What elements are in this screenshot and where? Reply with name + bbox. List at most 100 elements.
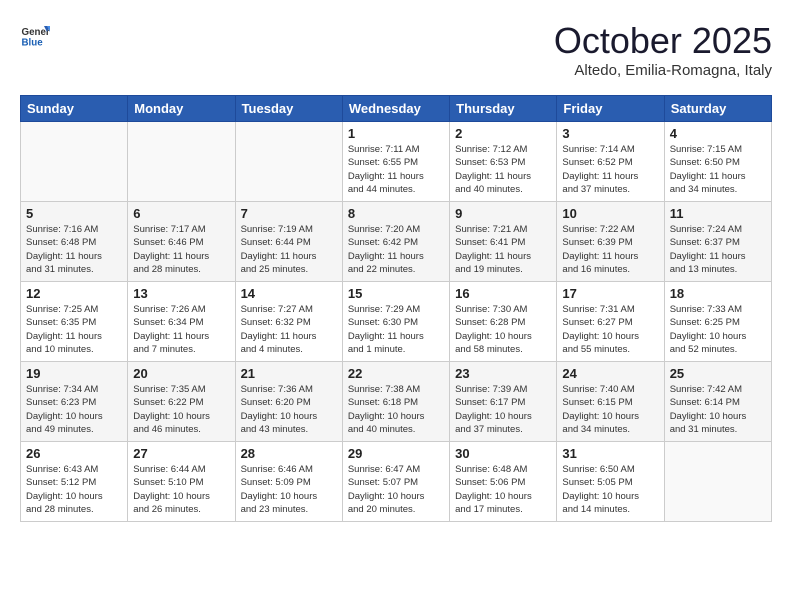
day-info: Sunrise: 6:44 AM Sunset: 5:10 PM Dayligh… [133, 463, 229, 516]
day-number: 26 [26, 446, 122, 461]
day-number: 30 [455, 446, 551, 461]
day-info: Sunrise: 7:20 AM Sunset: 6:42 PM Dayligh… [348, 223, 444, 276]
day-number: 31 [562, 446, 658, 461]
day-cell: 12 Sunrise: 7:25 AM Sunset: 6:35 PM Dayli… [21, 282, 128, 362]
day-cell [21, 122, 128, 202]
day-number: 28 [241, 446, 337, 461]
day-cell: 29 Sunrise: 6:47 AM Sunset: 5:07 PM Dayli… [342, 442, 449, 522]
day-cell: 5 Sunrise: 7:16 AM Sunset: 6:48 PM Daylig… [21, 202, 128, 282]
day-info: Sunrise: 7:27 AM Sunset: 6:32 PM Dayligh… [241, 303, 337, 356]
day-info: Sunrise: 7:39 AM Sunset: 6:17 PM Dayligh… [455, 383, 551, 436]
day-number: 4 [670, 126, 766, 141]
day-number: 3 [562, 126, 658, 141]
day-number: 2 [455, 126, 551, 141]
day-info: Sunrise: 6:46 AM Sunset: 5:09 PM Dayligh… [241, 463, 337, 516]
day-number: 6 [133, 206, 229, 221]
day-number: 15 [348, 286, 444, 301]
title-block: October 2025 Altedo, Emilia-Romagna, Ita… [554, 20, 772, 79]
day-info: Sunrise: 6:47 AM Sunset: 5:07 PM Dayligh… [348, 463, 444, 516]
day-cell: 14 Sunrise: 7:27 AM Sunset: 6:32 PM Dayli… [235, 282, 342, 362]
day-cell [235, 122, 342, 202]
day-number: 10 [562, 206, 658, 221]
day-cell: 9 Sunrise: 7:21 AM Sunset: 6:41 PM Daylig… [450, 202, 557, 282]
day-info: Sunrise: 7:31 AM Sunset: 6:27 PM Dayligh… [562, 303, 658, 356]
day-number: 22 [348, 366, 444, 381]
column-header-thursday: Thursday [450, 96, 557, 122]
logo-icon: General Blue [20, 20, 50, 50]
day-info: Sunrise: 7:19 AM Sunset: 6:44 PM Dayligh… [241, 223, 337, 276]
day-info: Sunrise: 7:14 AM Sunset: 6:52 PM Dayligh… [562, 143, 658, 196]
day-number: 19 [26, 366, 122, 381]
day-info: Sunrise: 7:29 AM Sunset: 6:30 PM Dayligh… [348, 303, 444, 356]
day-cell: 1Sunrise: 7:11 AM Sunset: 6:55 PM Daylig… [342, 122, 449, 202]
day-info: Sunrise: 6:48 AM Sunset: 5:06 PM Dayligh… [455, 463, 551, 516]
day-info: Sunrise: 7:16 AM Sunset: 6:48 PM Dayligh… [26, 223, 122, 276]
week-row-5: 26 Sunrise: 6:43 AM Sunset: 5:12 PM Dayli… [21, 442, 772, 522]
day-cell: 20 Sunrise: 7:35 AM Sunset: 6:22 PM Dayli… [128, 362, 235, 442]
day-info: Sunrise: 7:35 AM Sunset: 6:22 PM Dayligh… [133, 383, 229, 436]
day-cell: 18 Sunrise: 7:33 AM Sunset: 6:25 PM Dayli… [664, 282, 771, 362]
day-info: Sunrise: 7:24 AM Sunset: 6:37 PM Dayligh… [670, 223, 766, 276]
day-number: 7 [241, 206, 337, 221]
day-cell: 31Sunrise: 6:50 AM Sunset: 5:05 PM Dayli… [557, 442, 664, 522]
day-cell: 10 Sunrise: 7:22 AM Sunset: 6:39 PM Dayli… [557, 202, 664, 282]
day-info: Sunrise: 7:40 AM Sunset: 6:15 PM Dayligh… [562, 383, 658, 436]
day-info: Sunrise: 7:25 AM Sunset: 6:35 PM Dayligh… [26, 303, 122, 356]
day-cell: 26 Sunrise: 6:43 AM Sunset: 5:12 PM Dayli… [21, 442, 128, 522]
day-info: Sunrise: 7:22 AM Sunset: 6:39 PM Dayligh… [562, 223, 658, 276]
day-cell: 17 Sunrise: 7:31 AM Sunset: 6:27 PM Dayli… [557, 282, 664, 362]
day-cell [664, 442, 771, 522]
day-number: 20 [133, 366, 229, 381]
day-number: 12 [26, 286, 122, 301]
column-header-sunday: Sunday [21, 96, 128, 122]
day-number: 8 [348, 206, 444, 221]
day-cell: 4Sunrise: 7:15 AM Sunset: 6:50 PM Daylig… [664, 122, 771, 202]
day-number: 5 [26, 206, 122, 221]
day-info: Sunrise: 7:12 AM Sunset: 6:53 PM Dayligh… [455, 143, 551, 196]
day-info: Sunrise: 7:36 AM Sunset: 6:20 PM Dayligh… [241, 383, 337, 436]
day-info: Sunrise: 7:34 AM Sunset: 6:23 PM Dayligh… [26, 383, 122, 436]
day-number: 25 [670, 366, 766, 381]
day-number: 9 [455, 206, 551, 221]
day-cell: 22Sunrise: 7:38 AM Sunset: 6:18 PM Dayli… [342, 362, 449, 442]
day-number: 21 [241, 366, 337, 381]
month-title: October 2025 [554, 20, 772, 62]
day-number: 18 [670, 286, 766, 301]
day-cell: 24Sunrise: 7:40 AM Sunset: 6:15 PM Dayli… [557, 362, 664, 442]
day-info: Sunrise: 7:33 AM Sunset: 6:25 PM Dayligh… [670, 303, 766, 356]
column-header-monday: Monday [128, 96, 235, 122]
day-number: 14 [241, 286, 337, 301]
day-cell: 8 Sunrise: 7:20 AM Sunset: 6:42 PM Daylig… [342, 202, 449, 282]
day-info: Sunrise: 7:30 AM Sunset: 6:28 PM Dayligh… [455, 303, 551, 356]
week-row-1: 1Sunrise: 7:11 AM Sunset: 6:55 PM Daylig… [21, 122, 772, 202]
day-info: Sunrise: 7:26 AM Sunset: 6:34 PM Dayligh… [133, 303, 229, 356]
day-info: Sunrise: 7:17 AM Sunset: 6:46 PM Dayligh… [133, 223, 229, 276]
day-number: 13 [133, 286, 229, 301]
calendar-table: SundayMondayTuesdayWednesdayThursdayFrid… [20, 95, 772, 522]
day-info: Sunrise: 7:21 AM Sunset: 6:41 PM Dayligh… [455, 223, 551, 276]
day-cell: 6 Sunrise: 7:17 AM Sunset: 6:46 PM Daylig… [128, 202, 235, 282]
calendar-header-row: SundayMondayTuesdayWednesdayThursdayFrid… [21, 96, 772, 122]
day-cell: 15 Sunrise: 7:29 AM Sunset: 6:30 PM Dayli… [342, 282, 449, 362]
day-cell: 11Sunrise: 7:24 AM Sunset: 6:37 PM Dayli… [664, 202, 771, 282]
day-cell: 19 Sunrise: 7:34 AM Sunset: 6:23 PM Dayli… [21, 362, 128, 442]
day-info: Sunrise: 6:43 AM Sunset: 5:12 PM Dayligh… [26, 463, 122, 516]
column-header-saturday: Saturday [664, 96, 771, 122]
day-number: 23 [455, 366, 551, 381]
location: Altedo, Emilia-Romagna, Italy [554, 62, 772, 79]
column-header-wednesday: Wednesday [342, 96, 449, 122]
day-cell: 25Sunrise: 7:42 AM Sunset: 6:14 PM Dayli… [664, 362, 771, 442]
day-cell: 21 Sunrise: 7:36 AM Sunset: 6:20 PM Dayli… [235, 362, 342, 442]
day-cell: 28 Sunrise: 6:46 AM Sunset: 5:09 PM Dayli… [235, 442, 342, 522]
day-info: Sunrise: 7:11 AM Sunset: 6:55 PM Dayligh… [348, 143, 444, 196]
day-number: 29 [348, 446, 444, 461]
day-number: 16 [455, 286, 551, 301]
day-cell: 2 Sunrise: 7:12 AM Sunset: 6:53 PM Daylig… [450, 122, 557, 202]
day-cell: 23 Sunrise: 7:39 AM Sunset: 6:17 PM Dayli… [450, 362, 557, 442]
week-row-3: 12 Sunrise: 7:25 AM Sunset: 6:35 PM Dayli… [21, 282, 772, 362]
day-cell: 13 Sunrise: 7:26 AM Sunset: 6:34 PM Dayli… [128, 282, 235, 362]
day-number: 17 [562, 286, 658, 301]
column-header-friday: Friday [557, 96, 664, 122]
day-cell: 16 Sunrise: 7:30 AM Sunset: 6:28 PM Dayli… [450, 282, 557, 362]
day-cell: 27Sunrise: 6:44 AM Sunset: 5:10 PM Dayli… [128, 442, 235, 522]
